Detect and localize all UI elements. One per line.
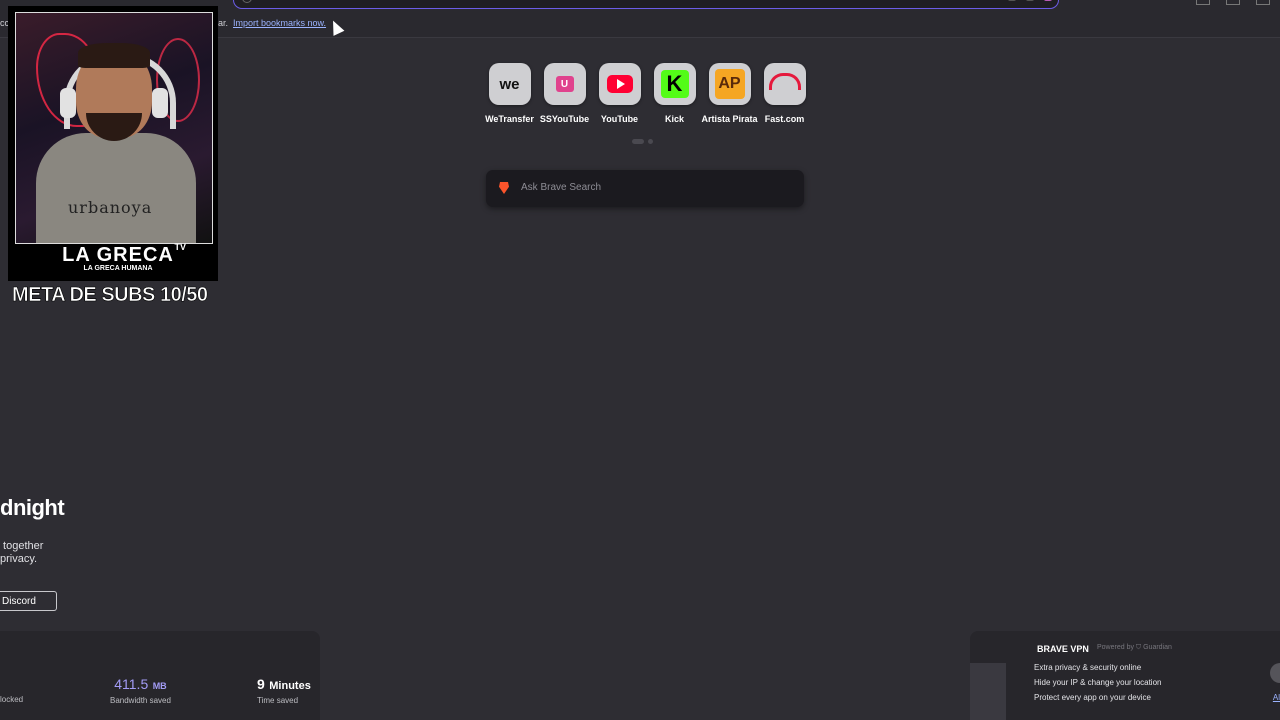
stat-label: Bandwidth saved <box>110 696 171 705</box>
shortcut-artista-pirata[interactable]: AP Artista Pirata <box>701 63 758 124</box>
vpn-feature: Extra privacy & security online <box>1034 663 1142 672</box>
promo-description: together privacy. <box>0 540 44 565</box>
brave-logo-icon <box>499 182 509 194</box>
vpn-link[interactable]: Al <box>1273 693 1280 702</box>
shortcut-label: WeTransfer <box>485 114 534 124</box>
webcam-video: urbanoya <box>15 12 213 244</box>
stat-value: 9 <box>257 676 265 692</box>
brave-vpn-card: BRAVE VPN Powered by ⛉ Guardian Extra pr… <box>970 631 1280 720</box>
channel-name: LA GRECA <box>62 244 174 266</box>
shortcut-fast[interactable]: Fast.com <box>757 63 812 124</box>
share-icon[interactable] <box>1008 0 1016 1</box>
top-sites: we WeTransfer U SSYouTube YouTube K Kick… <box>482 63 812 124</box>
promo-title: dnight <box>0 495 65 520</box>
channel-logo: LA GRECA TV LA GRECA HUMANA <box>48 242 188 272</box>
headphone-cup <box>60 88 76 118</box>
bookmarks-bar-hint: ar. <box>218 18 229 28</box>
channel-tv-badge: TV <box>174 242 186 252</box>
vpn-shield-icon <box>970 663 1006 720</box>
webcam-overlay: urbanoya LA GRECA TV LA GRECA HUMANA <box>8 6 218 281</box>
stat-label: Time saved <box>257 696 299 705</box>
shortcut-label: Fast.com <box>764 114 805 124</box>
stat-trackers-blocked: locked <box>0 693 23 704</box>
privacy-stats-card: locked 411.5 MB Bandwidth saved 9 Minute… <box>0 631 320 720</box>
stat-label: locked <box>0 695 24 704</box>
fast-icon <box>763 63 806 105</box>
shortcut-label: Kick <box>664 114 684 124</box>
youtube-icon <box>598 63 641 105</box>
stat-unit: MB <box>152 681 167 691</box>
address-bar-actions <box>1008 0 1052 1</box>
subs-goal-text: META DE SUBS 10/50 <box>12 284 209 307</box>
kick-icon: K <box>653 63 696 105</box>
stat-unit: Minutes <box>269 680 311 692</box>
vpn-title: BRAVE VPN <box>1037 644 1089 654</box>
headphone-cup <box>152 88 168 118</box>
artista-pirata-icon: AP <box>708 63 751 105</box>
shirt-print: urbanoya <box>68 198 153 217</box>
ssyoutube-icon: U <box>543 63 586 105</box>
stat-bandwidth: 411.5 MB Bandwidth saved <box>110 676 171 705</box>
vpn-feature: Hide your IP & change your location <box>1034 678 1162 687</box>
vpn-action-button[interactable] <box>1270 663 1280 683</box>
shortcut-kick[interactable]: K Kick <box>647 63 702 124</box>
vpn-feature: Protect every app on your device <box>1034 693 1151 702</box>
shortcut-label: SSYouTube <box>539 114 590 124</box>
pager-dot-active[interactable] <box>632 139 644 144</box>
stat-time-saved: 9 Minutes Time saved <box>257 676 311 705</box>
bookmark-icon[interactable] <box>1026 0 1034 1</box>
shortcut-wetransfer[interactable]: we WeTransfer <box>482 63 537 124</box>
window-controls <box>1196 0 1270 5</box>
discord-button[interactable]: Discord <box>0 591 57 611</box>
shortcut-ssyoutube[interactable]: U SSYouTube <box>537 63 592 124</box>
search-input[interactable]: Ask Brave Search <box>521 182 601 193</box>
shortcut-youtube[interactable]: YouTube <box>592 63 647 124</box>
pager-dot[interactable] <box>648 139 653 144</box>
address-bar[interactable] <box>233 0 1059 9</box>
shortcut-label: YouTube <box>600 114 639 124</box>
shortcut-label: Artista Pirata <box>701 114 758 124</box>
import-bookmarks-link[interactable]: Import bookmarks now. <box>233 18 326 28</box>
search-icon <box>242 0 252 3</box>
stat-value: 411.5 <box>114 676 149 692</box>
top-sites-pager[interactable] <box>632 139 653 144</box>
person-torso <box>36 133 196 243</box>
menu-icon[interactable] <box>1256 0 1270 5</box>
brave-search-box[interactable]: Ask Brave Search <box>486 170 804 207</box>
brave-shields-icon[interactable] <box>1044 0 1052 1</box>
wetransfer-icon: we <box>488 63 531 105</box>
extensions-icon[interactable] <box>1226 0 1240 5</box>
sidebar-icon[interactable] <box>1196 0 1210 5</box>
person-hair <box>78 43 150 68</box>
vpn-powered-by: Powered by ⛉ Guardian <box>1097 644 1172 651</box>
